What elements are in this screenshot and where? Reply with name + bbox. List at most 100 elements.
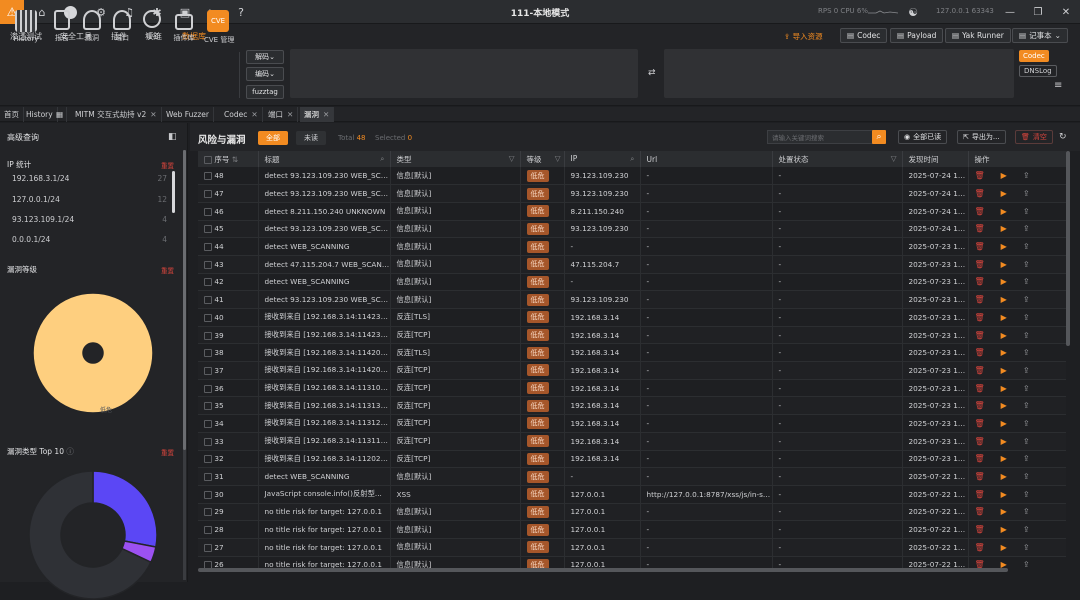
maximize-icon[interactable]: ❐ [1030, 4, 1046, 20]
tool-vuln[interactable]: 漏洞 [78, 10, 106, 43]
close-icon[interactable]: ✕ [150, 110, 156, 119]
col-index[interactable]: 序号 ⇅ [198, 151, 258, 167]
trash-icon[interactable]: 🗑 [975, 366, 985, 375]
table-row[interactable]: 30JavaScript console.info()反射型...XSS低危12… [198, 485, 1066, 503]
share-icon[interactable]: ⇪ [1023, 560, 1030, 569]
filter-icon[interactable]: ▽ [891, 154, 897, 163]
filter-unread-button[interactable]: 未读 [296, 131, 326, 145]
trash-icon[interactable]: 🗑 [975, 189, 985, 198]
share-icon[interactable]: ⇪ [1023, 419, 1030, 428]
trash-icon[interactable]: 🗑 [975, 454, 985, 463]
table-row[interactable]: 31detect WEB_SCANNING信息[默认]低危---2025-07-… [198, 468, 1066, 486]
share-icon[interactable]: ⇪ [1023, 401, 1030, 410]
help-icon[interactable]: ? [233, 4, 249, 20]
trash-icon[interactable]: 🗑 [975, 401, 985, 410]
encode-button[interactable]: 编码⌄ [246, 67, 284, 81]
play-icon[interactable]: ▶ [1001, 171, 1007, 180]
share-icon[interactable]: ⇪ [1023, 207, 1030, 216]
filter-icon[interactable]: ▽ [509, 154, 515, 163]
close-icon[interactable]: ✕ [1058, 4, 1074, 20]
play-icon[interactable]: ▶ [1001, 277, 1007, 286]
severity-pie-chart[interactable] [32, 292, 154, 414]
trash-icon[interactable]: 🗑 [975, 260, 985, 269]
play-icon[interactable]: ▶ [1001, 384, 1007, 393]
share-icon[interactable]: ⇪ [1023, 295, 1030, 304]
share-icon[interactable]: ⇪ [1023, 543, 1030, 552]
table-row[interactable]: 42detect WEB_SCANNING信息[默认]低危---2025-07-… [198, 273, 1066, 291]
trash-icon[interactable]: 🗑 [975, 207, 985, 216]
trash-icon[interactable]: 🗑 [975, 419, 985, 428]
ip-list-scrollbar[interactable] [172, 171, 175, 213]
play-icon[interactable]: ▶ [1001, 490, 1007, 499]
table-row[interactable]: 35接收到来自 [192.168.3.14:11313]...反连[TCP]低危… [198, 397, 1066, 415]
play-icon[interactable]: ▶ [1001, 525, 1007, 534]
row-checkbox[interactable] [204, 473, 212, 481]
fuzztag-button[interactable]: fuzztag [246, 85, 284, 99]
share-icon[interactable]: ⇪ [1023, 331, 1030, 340]
row-checkbox[interactable] [204, 172, 212, 180]
col-severity[interactable]: 等级▽ [520, 151, 564, 167]
row-checkbox[interactable] [204, 438, 212, 446]
left-panel-scrollbar[interactable] [183, 150, 186, 450]
table-row[interactable]: 43detect 47.115.204.7 WEB_SCANN...信息[默认]… [198, 255, 1066, 273]
notebook-button[interactable]: ▤记事本⌄ [1012, 28, 1068, 43]
table-row[interactable]: 32接收到来自 [192.168.3.14:11202]...反连[TCP]低危… [198, 450, 1066, 468]
tab-home[interactable]: 首页 [0, 107, 24, 122]
trash-icon[interactable]: 🗑 [975, 490, 985, 499]
ip-stat-row[interactable]: 127.0.0.1/2412 [12, 195, 167, 204]
info-icon[interactable]: ⓘ [64, 447, 74, 456]
row-checkbox[interactable] [204, 526, 212, 534]
table-row[interactable]: 40接收到来自 [192.168.3.14:11423]...反连[TLS]低危… [198, 309, 1066, 327]
trash-icon[interactable]: 🗑 [975, 224, 985, 233]
table-row[interactable]: 38接收到来自 [192.168.3.14:11420]...反连[TLS]低危… [198, 344, 1066, 362]
codec-input-area[interactable] [290, 49, 638, 98]
import-resource-button[interactable]: ⇪ 导入资源 [784, 31, 823, 42]
codec-button[interactable]: ▤Codec [840, 28, 887, 43]
dnslog-side-tag[interactable]: DNSLog [1019, 65, 1057, 77]
tab-port[interactable]: 端口✕ [264, 107, 298, 122]
tool-report[interactable]: 报告 [48, 10, 76, 43]
trash-icon[interactable]: 🗑 [975, 331, 985, 340]
share-icon[interactable]: ⇪ [1023, 366, 1030, 375]
search-input[interactable]: 请输入关键词搜索 [767, 130, 873, 144]
table-horizontal-scrollbar[interactable] [198, 568, 1008, 572]
ip-stat-row[interactable]: 192.168.3.1/2427 [12, 174, 167, 183]
export-button[interactable]: ⇱导出为... [957, 130, 1006, 144]
play-icon[interactable]: ▶ [1001, 189, 1007, 198]
col-title[interactable]: 标题⌕ [258, 151, 390, 167]
play-icon[interactable]: ▶ [1001, 313, 1007, 322]
sort-lines-icon[interactable]: ≡ [1054, 80, 1062, 91]
refresh-icon[interactable]: ↻ [1059, 132, 1067, 142]
tab-grid[interactable]: ▦ [53, 107, 67, 122]
ip-stat-row[interactable]: 93.123.109.1/244 [12, 215, 167, 224]
play-icon[interactable]: ▶ [1001, 437, 1007, 446]
row-checkbox[interactable] [204, 367, 212, 375]
ip-stat-row[interactable]: 0.0.0.1/244 [12, 235, 167, 244]
play-icon[interactable]: ▶ [1001, 366, 1007, 375]
row-checkbox[interactable] [204, 278, 212, 286]
trash-icon[interactable]: 🗑 [975, 171, 985, 180]
play-icon[interactable]: ▶ [1001, 419, 1007, 428]
search-icon[interactable]: ⌕ [630, 154, 634, 164]
row-checkbox[interactable] [204, 225, 212, 233]
codec-output-area[interactable] [664, 49, 1014, 98]
share-icon[interactable]: ⇪ [1023, 189, 1030, 198]
table-row[interactable]: 33接收到来自 [192.168.3.14:11311]...反连[TCP]低危… [198, 432, 1066, 450]
share-icon[interactable]: ⇪ [1023, 437, 1030, 446]
trash-icon[interactable]: 🗑 [975, 295, 985, 304]
play-icon[interactable]: ▶ [1001, 224, 1007, 233]
tab-vuln[interactable]: 漏洞✕ [300, 107, 334, 122]
minimize-icon[interactable]: — [1002, 4, 1018, 20]
row-checkbox[interactable] [204, 349, 212, 357]
yak-runner-button[interactable]: ▤Yak Runner [945, 28, 1011, 43]
row-checkbox[interactable] [204, 296, 212, 304]
trash-icon[interactable]: 🗑 [975, 525, 985, 534]
share-icon[interactable]: ⇪ [1023, 490, 1030, 499]
play-icon[interactable]: ▶ [1001, 543, 1007, 552]
share-icon[interactable]: ⇪ [1023, 313, 1030, 322]
table-row[interactable]: 27no title risk for target: 127.0.0.1信息[… [198, 538, 1066, 556]
vuln-type-slice-0[interactable] [93, 471, 157, 547]
col-status[interactable]: 处置状态▽ [772, 151, 902, 167]
severity-reset[interactable]: 重置 [161, 265, 174, 275]
row-checkbox[interactable] [204, 544, 212, 552]
